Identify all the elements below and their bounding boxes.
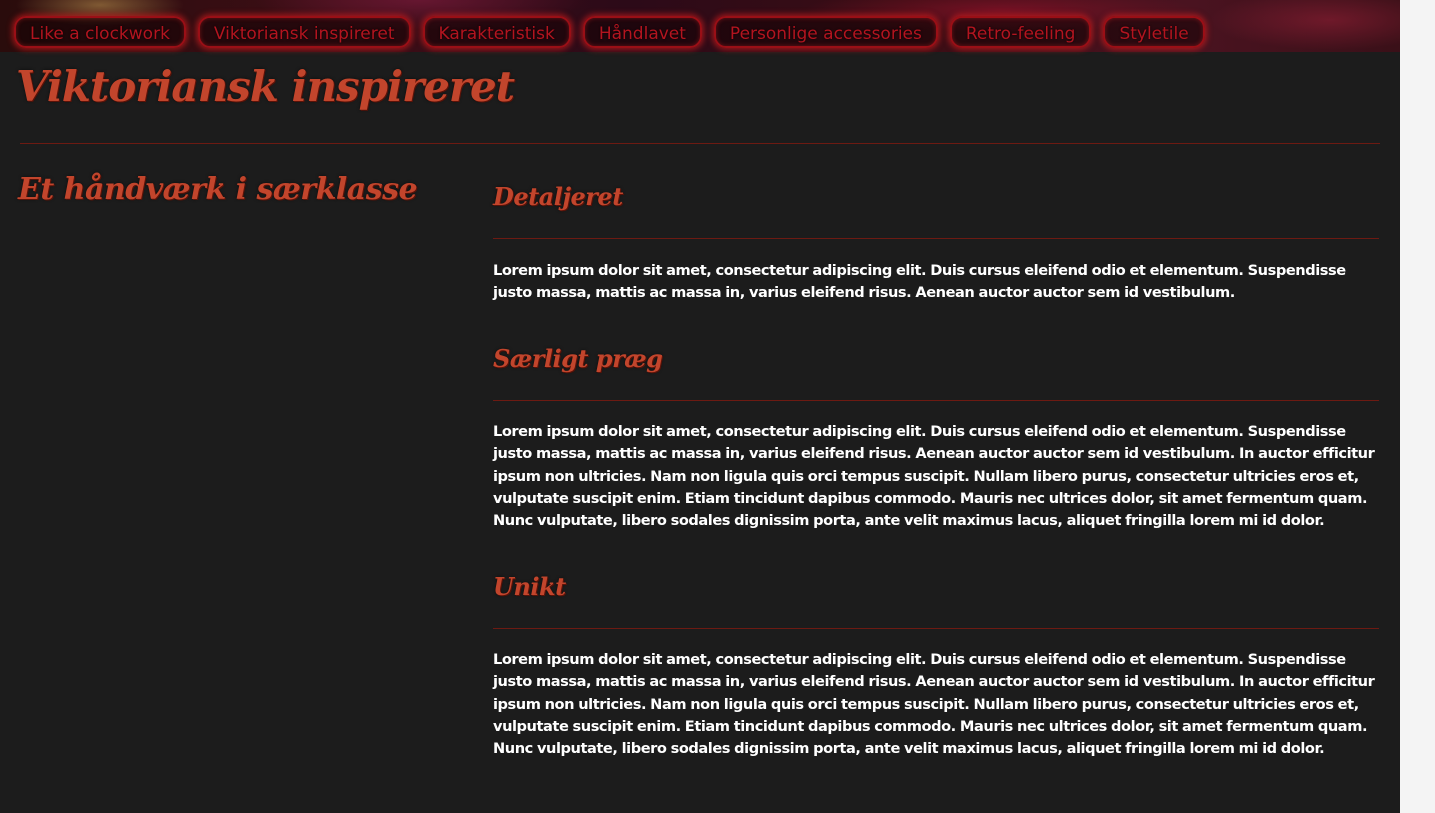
nav-item-personlige-accessories[interactable]: Personlige accessories — [713, 16, 938, 48]
section-heading: Detaljeret — [493, 182, 623, 211]
section-divider — [493, 238, 1379, 239]
page-title: Viktoriansk inspireret — [16, 62, 515, 111]
section-heading: Unikt — [493, 572, 566, 601]
title-divider — [20, 143, 1380, 144]
section-text: Lorem ipsum dolor sit amet, consectetur … — [493, 423, 1375, 530]
page: Like a clockwork Viktoriansk inspireret … — [0, 0, 1400, 813]
section-divider — [493, 400, 1379, 401]
nav-item-karakteristisk[interactable]: Karakteristisk — [422, 16, 571, 48]
section-text: Lorem ipsum dolor sit amet, consectetur … — [493, 651, 1375, 758]
nav-item-styletile[interactable]: Styletile — [1103, 16, 1205, 48]
nav-item-retro-feeling[interactable]: Retro-feeling — [949, 16, 1092, 48]
section-heading: Særligt præg — [493, 344, 663, 373]
nav-item-haandlavet[interactable]: Håndlavet — [582, 16, 702, 48]
section-text: Lorem ipsum dolor sit amet, consectetur … — [493, 262, 1346, 302]
nav-item-like-a-clockwork[interactable]: Like a clockwork — [14, 16, 186, 48]
main-nav: Like a clockwork Viktoriansk inspireret … — [14, 16, 1205, 48]
nav-item-viktoriansk-inspireret[interactable]: Viktoriansk inspireret — [197, 16, 411, 48]
page-subtitle: Et håndværk i særklasse — [18, 172, 418, 207]
section-divider — [493, 628, 1379, 629]
